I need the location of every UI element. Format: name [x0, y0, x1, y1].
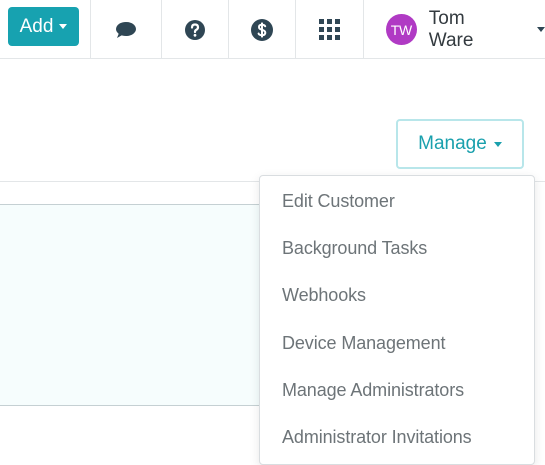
manage-button[interactable]: Manage — [396, 119, 524, 169]
help-circle-icon — [185, 19, 205, 40]
menu-item-device-management[interactable]: Device Management — [260, 320, 534, 367]
user-menu[interactable]: TW Tom Ware — [363, 0, 545, 59]
help-button[interactable] — [161, 0, 228, 59]
chat-bubble-icon — [116, 21, 136, 38]
apps-button[interactable] — [295, 0, 363, 59]
chevron-down-icon — [493, 141, 502, 147]
add-button-label: Add — [19, 15, 54, 37]
chat-button[interactable] — [90, 0, 161, 59]
menu-item-manage-administrators[interactable]: Manage Administrators — [260, 367, 534, 414]
menu-item-administrator-invitations[interactable]: Administrator Invitations — [260, 414, 534, 461]
app-grid-icon — [319, 19, 340, 40]
avatar: TW — [386, 14, 417, 45]
manage-dropdown-menu: Edit Customer Background Tasks Webhooks … — [259, 175, 535, 465]
chevron-down-icon — [59, 24, 68, 29]
dollar-circle-icon — [251, 18, 273, 41]
add-button[interactable]: Add — [8, 7, 79, 46]
billing-button[interactable] — [228, 0, 295, 59]
top-navigation-bar: Add TW Tom Ware — [0, 0, 545, 59]
content-panel — [0, 204, 275, 406]
chevron-down-icon — [537, 27, 545, 32]
menu-item-background-tasks[interactable]: Background Tasks — [260, 225, 534, 272]
menu-item-edit-customer[interactable]: Edit Customer — [260, 178, 534, 225]
user-name: Tom Ware — [428, 7, 474, 51]
manage-button-label: Manage — [418, 133, 487, 154]
menu-item-webhooks[interactable]: Webhooks — [260, 272, 534, 319]
